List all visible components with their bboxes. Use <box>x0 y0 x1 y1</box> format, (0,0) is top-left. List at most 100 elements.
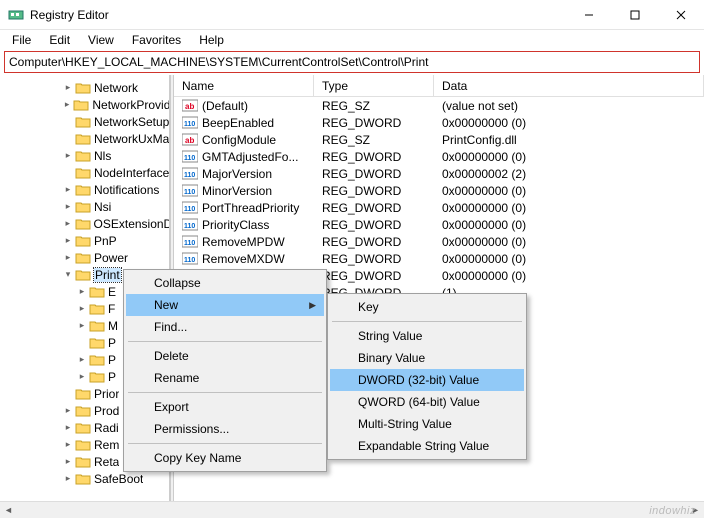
tree-item[interactable]: ▸Network <box>0 79 169 96</box>
tree-label: Print <box>94 268 121 282</box>
minimize-button[interactable] <box>566 0 612 29</box>
separator <box>128 392 322 393</box>
chevron-right-icon[interactable]: ▸ <box>62 405 74 416</box>
col-header-name[interactable]: Name <box>174 75 314 96</box>
svg-text:110: 110 <box>184 240 195 247</box>
value-name: MinorVersion <box>202 184 272 198</box>
ctx-new[interactable]: New▶ <box>126 294 324 316</box>
tree-item[interactable]: ▸Nsi <box>0 198 169 215</box>
tree-item[interactable]: NetworkSetup <box>0 113 169 130</box>
chevron-right-icon[interactable]: ▸ <box>62 201 74 212</box>
list-row[interactable]: 110PortThreadPriorityREG_DWORD0x00000000… <box>174 199 704 216</box>
ctx-permissions[interactable]: Permissions... <box>126 418 324 440</box>
ctx-new-key[interactable]: Key <box>330 296 524 318</box>
ctx-find[interactable]: Find... <box>126 316 324 338</box>
tree-label: NodeInterface <box>94 166 169 180</box>
number-value-icon: 110 <box>182 167 198 180</box>
col-header-data[interactable]: Data <box>434 75 704 96</box>
value-data: 0x00000000 (0) <box>434 218 704 232</box>
tree-label: P <box>108 370 116 384</box>
window-buttons <box>566 0 704 29</box>
ctx-new-qword64[interactable]: QWORD (64-bit) Value <box>330 391 524 413</box>
list-row[interactable]: 110PriorityClassREG_DWORD0x00000000 (0) <box>174 216 704 233</box>
list-row[interactable]: 110RemoveMPDWREG_DWORD0x00000000 (0) <box>174 233 704 250</box>
tree-item[interactable]: NodeInterface <box>0 164 169 181</box>
list-row[interactable]: abConfigModuleREG_SZPrintConfig.dll <box>174 131 704 148</box>
number-value-icon: 110 <box>182 235 198 248</box>
watermark: indowhiz <box>649 505 696 517</box>
chevron-right-icon[interactable]: ▸ <box>62 235 74 246</box>
value-data: 0x00000000 (0) <box>434 252 704 266</box>
value-name: (Default) <box>202 99 248 113</box>
tree-label: P <box>108 353 116 367</box>
ctx-copy-key-name[interactable]: Copy Key Name <box>126 447 324 469</box>
maximize-button[interactable] <box>612 0 658 29</box>
svg-text:ab: ab <box>185 102 194 111</box>
value-name: PriorityClass <box>202 218 269 232</box>
chevron-right-icon[interactable]: ▸ <box>62 82 74 93</box>
address-bar[interactable]: Computer\HKEY_LOCAL_MACHINE\SYSTEM\Curre… <box>4 51 700 73</box>
tree-item[interactable]: ▸Nls <box>0 147 169 164</box>
chevron-right-icon[interactable]: ▸ <box>62 422 74 433</box>
close-button[interactable] <box>658 0 704 29</box>
list-row[interactable]: ab(Default)REG_SZ(value not set) <box>174 97 704 114</box>
scroll-left-icon[interactable]: ◄ <box>0 502 17 518</box>
chevron-right-icon[interactable]: ▸ <box>76 371 88 382</box>
chevron-right-icon[interactable]: ▸ <box>62 99 72 110</box>
chevron-right-icon[interactable]: ▸ <box>62 150 74 161</box>
svg-text:110: 110 <box>184 223 195 230</box>
menu-help[interactable]: Help <box>191 31 232 49</box>
list-row[interactable]: 110BeepEnabledREG_DWORD0x00000000 (0) <box>174 114 704 131</box>
tree-item[interactable]: ▸OSExtensionD <box>0 215 169 232</box>
ctx-new-expandstring[interactable]: Expandable String Value <box>330 435 524 457</box>
ctx-new-string[interactable]: String Value <box>330 325 524 347</box>
chevron-right-icon[interactable]: ▸ <box>76 354 88 365</box>
menu-edit[interactable]: Edit <box>41 31 78 49</box>
ctx-new-dword32[interactable]: DWORD (32-bit) Value <box>330 369 524 391</box>
ctx-collapse[interactable]: Collapse <box>126 272 324 294</box>
folder-icon <box>75 183 91 196</box>
ctx-new-binary[interactable]: Binary Value <box>330 347 524 369</box>
value-data: 0x00000000 (0) <box>434 150 704 164</box>
menu-favorites[interactable]: Favorites <box>124 31 189 49</box>
tree-label: E <box>108 285 116 299</box>
menu-view[interactable]: View <box>80 31 122 49</box>
ctx-export[interactable]: Export <box>126 396 324 418</box>
menu-file[interactable]: File <box>4 31 39 49</box>
folder-icon <box>75 404 91 417</box>
separator <box>332 321 522 322</box>
folder-icon <box>75 251 91 264</box>
tree-item[interactable]: ▸Notifications <box>0 181 169 198</box>
svg-text:ab: ab <box>185 136 194 145</box>
col-header-type[interactable]: Type <box>314 75 434 96</box>
menu-bar: File Edit View Favorites Help <box>0 30 704 50</box>
folder-icon <box>89 353 105 366</box>
list-row[interactable]: 110GMTAdjustedFo...REG_DWORD0x00000000 (… <box>174 148 704 165</box>
scroll-track[interactable] <box>17 502 687 518</box>
tree-item[interactable]: ▸NetworkProvider <box>0 96 169 113</box>
chevron-right-icon[interactable]: ▸ <box>76 303 88 314</box>
chevron-right-icon[interactable]: ▸ <box>62 184 74 195</box>
list-row[interactable]: 110MajorVersionREG_DWORD0x00000002 (2) <box>174 165 704 182</box>
chevron-right-icon[interactable]: ▸ <box>76 320 88 331</box>
chevron-right-icon[interactable]: ▸ <box>62 473 74 484</box>
tree-item[interactable]: NetworkUxMa <box>0 130 169 147</box>
ctx-rename[interactable]: Rename <box>126 367 324 389</box>
ctx-delete[interactable]: Delete <box>126 345 324 367</box>
value-data: 0x00000002 (2) <box>434 167 704 181</box>
number-value-icon: 110 <box>182 116 198 129</box>
tree-item[interactable]: ▸Power <box>0 249 169 266</box>
chevron-right-icon[interactable]: ▸ <box>62 456 74 467</box>
chevron-right-icon[interactable]: ▸ <box>76 286 88 297</box>
ctx-new-multistring[interactable]: Multi-String Value <box>330 413 524 435</box>
list-row[interactable]: 110RemoveMXDWREG_DWORD0x00000000 (0) <box>174 250 704 267</box>
chevron-right-icon[interactable]: ▸ <box>62 252 74 263</box>
value-type: REG_SZ <box>314 99 434 113</box>
list-row[interactable]: 110MinorVersionREG_DWORD0x00000000 (0) <box>174 182 704 199</box>
chevron-right-icon[interactable]: ▸ <box>62 218 74 229</box>
chevron-right-icon[interactable]: ▸ <box>62 439 74 450</box>
chevron-down-icon[interactable]: ▾ <box>62 269 74 280</box>
tree-item[interactable]: ▸PnP <box>0 232 169 249</box>
horizontal-scrollbar[interactable]: ◄ ► <box>0 501 704 518</box>
tree-item[interactable]: ▸SafeBoot <box>0 470 169 487</box>
